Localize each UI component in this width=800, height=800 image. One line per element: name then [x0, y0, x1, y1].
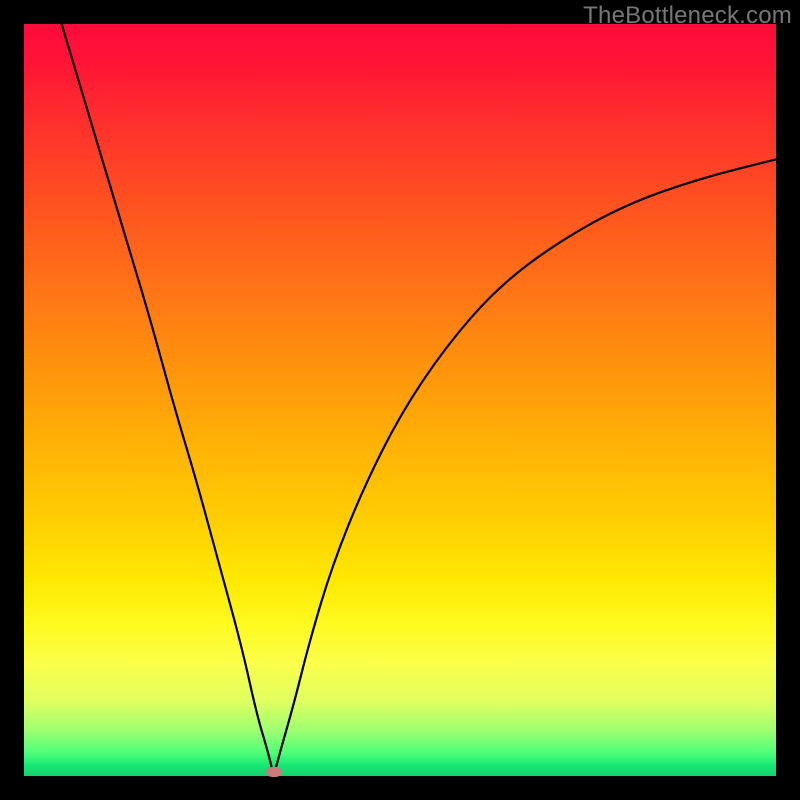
plot-area: [24, 24, 776, 776]
optimal-point-marker: [266, 767, 282, 777]
bottleneck-curve: [24, 24, 776, 776]
chart-frame: TheBottleneck.com: [0, 0, 800, 800]
